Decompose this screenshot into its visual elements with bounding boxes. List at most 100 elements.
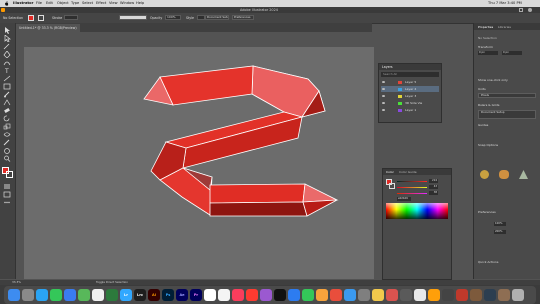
visibility-eye-icon[interactable] [382,81,385,83]
safari-icon[interactable] [36,289,48,301]
menu-type[interactable]: Type [71,0,79,7]
menu-effect[interactable]: Effect [96,0,106,7]
finder-icon[interactable] [8,289,20,301]
units-dropdown[interactable]: Pixels [478,93,536,98]
premiere-icon[interactable]: Pr [190,289,202,301]
layers-search-input[interactable]: Search All [381,72,439,77]
stroke-weight-input[interactable] [64,15,78,20]
layer-row[interactable]: Layer 5 [381,79,439,85]
lightroom-icon[interactable]: Lr [120,289,132,301]
preview-icon[interactable] [400,289,412,301]
selection-tool-icon[interactable] [3,27,11,34]
layer-row[interactable]: Layer 3 [381,93,439,99]
menubar-clock[interactable]: Thu 7 Mar 3:40 PM [488,0,522,7]
reminders-icon[interactable] [330,289,342,301]
visibility-eye-icon[interactable] [382,102,385,104]
artwork-thumbnail[interactable] [519,170,528,179]
search-icon[interactable] [528,8,532,12]
rotate-tool-icon[interactable] [3,115,11,122]
visibility-eye-icon[interactable] [382,95,385,97]
mail-icon[interactable] [64,289,76,301]
news-icon[interactable] [246,289,258,301]
tab-properties[interactable]: Properties [478,25,493,29]
layer-name[interactable]: Layer 5 [405,79,416,85]
y-input[interactable]: 0 px [502,51,522,55]
style-picker[interactable] [197,15,205,20]
green-slider[interactable]: 43 [397,185,439,189]
after-effects-icon[interactable]: Ae [176,289,188,301]
direct-selection-tool-icon[interactable] [3,34,11,43]
menu-file[interactable]: File [36,0,42,7]
edit-toolbar-icon[interactable] [3,199,11,206]
menu-help[interactable]: Help [136,0,144,7]
artwork-thumbnail[interactable] [499,170,509,179]
layer-name[interactable]: Layer 4 [405,86,416,92]
paintbrush-tool-icon[interactable] [3,91,11,98]
music-icon[interactable] [232,289,244,301]
green-value[interactable]: 43 [429,185,438,189]
artboard[interactable] [24,47,374,279]
tab-color[interactable]: Color [386,170,394,174]
layers-panel-title[interactable]: Layers [379,64,441,70]
layer-name[interactable]: Layer 3 [405,93,416,99]
eraser-tool-icon[interactable] [3,107,11,114]
documents-stack-icon[interactable] [484,289,496,301]
fill-swatch[interactable] [28,15,34,21]
calendar-icon[interactable] [204,289,216,301]
stroke-swatch[interactable] [38,15,44,21]
tab-color-guide[interactable]: Color Guide [399,170,417,174]
corner-radius-input[interactable]: 200% [494,230,506,234]
eyedropper-tool-icon[interactable] [3,139,11,146]
blue-slider[interactable]: 38 [397,191,439,195]
curvature-tool-icon[interactable] [3,59,11,66]
document-tab[interactable]: Untitled-1* @ 33.3 % (RGB/Preview) [16,24,80,32]
type-tool-icon[interactable]: T [3,67,11,75]
stroke-color-swatch[interactable] [6,171,13,178]
line-tool-icon[interactable] [3,75,11,82]
color-spectrum[interactable] [386,203,448,219]
red-slider[interactable]: 224 [397,179,439,183]
x-input[interactable]: 0 px [478,51,498,55]
artwork-thumbnail[interactable] [480,170,489,179]
menu-window[interactable]: Window [120,0,134,7]
document-setup-button[interactable]: Document Setup [478,110,536,119]
recent-app-icon[interactable] [498,289,510,301]
scale-tool-icon[interactable] [3,123,11,130]
acrobat-icon[interactable] [386,289,398,301]
downloads-stack-icon[interactable] [456,289,468,301]
keyboard-increment-input[interactable]: 100% [494,222,506,226]
keynote-icon[interactable] [288,289,300,301]
opacity-input[interactable]: 100% [165,15,181,20]
launchpad-icon[interactable] [22,289,34,301]
pen-tool-icon[interactable] [3,50,11,59]
shaper-tool-icon[interactable] [3,99,11,106]
layer-name[interactable]: Layer 1 [405,107,416,113]
zoom-level[interactable]: 33.3% [12,280,21,285]
contacts-icon[interactable] [372,289,384,301]
apple-icon[interactable] [4,1,9,6]
photoshop-icon[interactable]: Ps [162,289,174,301]
menubar-app-name[interactable]: Illustrator [13,0,33,7]
maps-icon[interactable] [78,289,90,301]
screen-mode-icon[interactable] [3,191,11,198]
drawing-modes-icon[interactable] [3,183,11,190]
arrange-documents-icon[interactable] [519,8,523,12]
app-store-icon[interactable] [344,289,356,301]
current-tool-status[interactable]: Toggle Direct Selection [96,280,128,285]
podcasts-icon[interactable] [260,289,272,301]
tab-libraries[interactable]: Libraries [498,25,511,29]
visibility-eye-icon[interactable] [382,88,385,90]
preferences-button[interactable]: Preferences [232,15,254,20]
layer-row[interactable]: 3D Side Vie [381,100,439,106]
layer-row[interactable]: Layer 1 [381,107,439,113]
visibility-eye-icon[interactable] [382,109,385,111]
menu-select[interactable]: Select [82,0,93,7]
numbers-icon[interactable] [302,289,314,301]
trash-icon[interactable] [512,289,524,301]
notes-icon[interactable] [218,289,230,301]
layer-name[interactable]: 3D Side Vie [405,100,422,106]
tv-icon[interactable] [274,289,286,301]
terminal-icon[interactable] [442,289,454,301]
messages-icon[interactable] [50,289,62,301]
illustrator-icon[interactable]: Ai [148,289,160,301]
